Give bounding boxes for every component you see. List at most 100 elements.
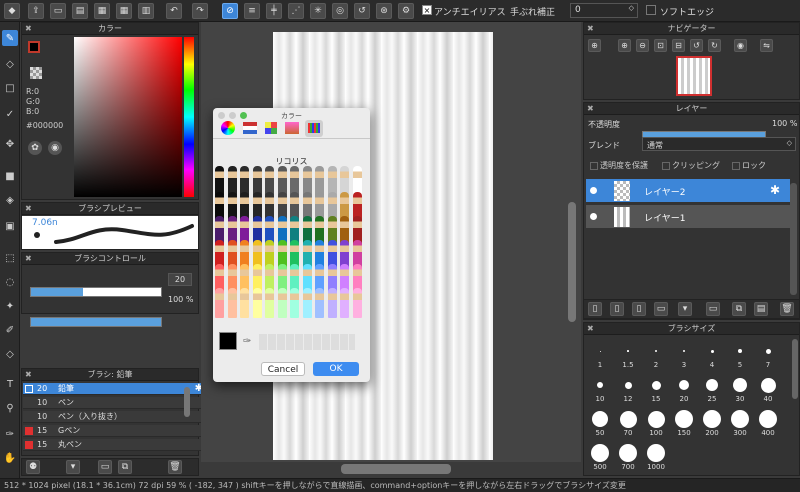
- close-icon[interactable]: ✖: [25, 253, 32, 265]
- brush-list-scrollbar[interactable]: [184, 387, 190, 417]
- copy-brush-icon[interactable]: ⧉: [118, 460, 132, 474]
- brush-size-option[interactable]: 10: [590, 375, 610, 407]
- eraser-tool-icon[interactable]: ◇: [2, 56, 18, 72]
- color-history-icon[interactable]: ◉: [48, 141, 62, 155]
- layer-merge-icon[interactable]: ▤: [754, 302, 768, 316]
- brush-size-option[interactable]: 1000: [646, 443, 666, 475]
- brush-group-icon[interactable]: ⚉: [26, 460, 40, 474]
- pencil-swatch[interactable]: [240, 288, 249, 318]
- close-icon[interactable]: ✖: [587, 323, 594, 335]
- zoom-in-icon[interactable]: ⊕: [588, 39, 601, 52]
- layer-row[interactable]: レイヤー1: [586, 205, 790, 229]
- palette-icon[interactable]: ✿: [28, 141, 42, 155]
- app-logo-icon[interactable]: ◆: [4, 3, 20, 19]
- pencil-swatch[interactable]: [265, 288, 274, 318]
- pencil-swatch[interactable]: [340, 288, 349, 318]
- eyedropper-tool-icon[interactable]: ✑: [2, 426, 18, 442]
- delete-layer-icon[interactable]: 🗑: [780, 302, 794, 316]
- ok-button[interactable]: OK: [313, 362, 359, 376]
- select-eraser-tool-icon[interactable]: ◇: [2, 346, 18, 362]
- brush-list-item[interactable]: 15 Gペン: [23, 425, 209, 437]
- text-tool-icon[interactable]: T: [2, 376, 18, 392]
- brush-size-option[interactable]: 30: [730, 375, 750, 407]
- snap-setting-icon[interactable]: ⚙: [398, 3, 414, 19]
- brush-size-option[interactable]: 12: [618, 375, 638, 407]
- brush-size-option[interactable]: 300: [730, 409, 750, 441]
- gear-icon[interactable]: ✱: [770, 183, 780, 197]
- layer-scrollbar[interactable]: [790, 183, 797, 295]
- lasso-tool-icon[interactable]: ◌: [2, 274, 18, 290]
- foreground-color-swatch[interactable]: [28, 41, 40, 53]
- brush-size-option[interactable]: 20: [674, 375, 694, 407]
- brush-size-option[interactable]: 4: [702, 341, 722, 373]
- brush-size-option[interactable]: 7: [758, 341, 778, 373]
- brush-size-option[interactable]: 700: [618, 443, 638, 475]
- navigator-thumbnail[interactable]: [676, 56, 712, 96]
- pencil-swatch[interactable]: [290, 288, 299, 318]
- snap-radial-icon[interactable]: ✳: [310, 3, 326, 19]
- folder-icon[interactable]: ▭: [98, 460, 112, 474]
- add-brush-icon[interactable]: ▾: [66, 460, 80, 474]
- brush-size-option[interactable]: 70: [618, 409, 638, 441]
- custom-swatch-grid[interactable]: [259, 334, 355, 350]
- brush-size-option[interactable]: 1: [590, 341, 610, 373]
- undo-icon[interactable]: ↶: [166, 3, 182, 19]
- snap-ellipse-icon[interactable]: ⊛: [376, 3, 392, 19]
- brush-size-option[interactable]: 400: [758, 409, 778, 441]
- select-tool-icon[interactable]: ⬚: [2, 250, 18, 266]
- panel-icon[interactable]: ▥: [138, 3, 154, 19]
- fit-icon[interactable]: ⊡: [654, 39, 667, 52]
- hand-tool-icon[interactable]: ✋: [2, 450, 18, 466]
- saturation-value-picker[interactable]: [74, 37, 182, 197]
- flip-icon[interactable]: ⇋: [760, 39, 773, 52]
- line-tool-icon[interactable]: ✓: [2, 106, 18, 122]
- pencil-swatch[interactable]: [277, 288, 287, 318]
- cancel-button[interactable]: Cancel: [261, 362, 305, 376]
- brush-size-option[interactable]: 50: [590, 409, 610, 441]
- bucket-tool-icon[interactable]: ◈: [2, 192, 18, 208]
- brush-size-option[interactable]: 500: [590, 443, 610, 475]
- visibility-icon[interactable]: [590, 213, 597, 220]
- eyedropper-icon[interactable]: ✑: [243, 336, 251, 347]
- brush-size-option[interactable]: 200: [702, 409, 722, 441]
- hue-slider[interactable]: [184, 37, 194, 197]
- pencil-swatch[interactable]: [327, 288, 337, 318]
- brush-size-option[interactable]: 5: [730, 341, 750, 373]
- color-wheel-icon[interactable]: [221, 121, 235, 135]
- antialias-checkbox[interactable]: ×: [422, 5, 432, 15]
- grid-icon[interactable]: ▦: [116, 3, 132, 19]
- rect-tool-icon[interactable]: □: [2, 80, 18, 96]
- transparent-swatch[interactable]: [30, 67, 42, 79]
- layer-settings-icon[interactable]: ▭: [654, 302, 668, 316]
- color-sliders-icon[interactable]: [243, 122, 257, 134]
- visibility-icon[interactable]: [590, 187, 597, 194]
- crayons-tab[interactable]: [305, 120, 323, 137]
- move-tool-icon[interactable]: ✥: [2, 136, 18, 152]
- image-palettes-icon[interactable]: [285, 122, 299, 134]
- delete-brush-icon[interactable]: 🗑: [168, 460, 182, 474]
- brush-size-option[interactable]: 25: [702, 375, 722, 407]
- chat-icon[interactable]: ▭: [50, 3, 66, 19]
- close-icon[interactable]: ✖: [25, 369, 32, 381]
- layer-add-menu-icon[interactable]: ▾: [678, 302, 692, 316]
- export-icon[interactable]: ⇪: [28, 3, 44, 19]
- reset-rotation-icon[interactable]: ◉: [734, 39, 747, 52]
- layer-fx-icon[interactable]: ▯: [632, 302, 646, 316]
- brush-size-slider[interactable]: [30, 287, 162, 297]
- pencil-swatch[interactable]: [215, 288, 224, 318]
- canvas-horizontal-scrollbar[interactable]: [341, 464, 451, 474]
- blend-select[interactable]: 通常 ◇: [642, 137, 796, 151]
- pencil-swatch[interactable]: [252, 288, 262, 318]
- zoom-in-2-icon[interactable]: ⊕: [618, 39, 631, 52]
- brush-list-item[interactable]: 20 鉛筆 ✱: [23, 383, 209, 395]
- snap-parallel-icon[interactable]: ≡: [244, 3, 260, 19]
- new-layer-2-icon[interactable]: ▯: [610, 302, 624, 316]
- brush-tool-icon[interactable]: ✎: [2, 30, 18, 46]
- brush-size-option[interactable]: 100: [646, 409, 666, 441]
- brush-size-scrollbar[interactable]: [792, 339, 798, 399]
- select-pen-tool-icon[interactable]: ✐: [2, 322, 18, 338]
- clipping-checkbox[interactable]: [662, 162, 670, 170]
- snap-cross-icon[interactable]: ╪: [266, 3, 282, 19]
- snap-curve-icon[interactable]: ↺: [354, 3, 370, 19]
- page-icon[interactable]: ▦: [94, 3, 110, 19]
